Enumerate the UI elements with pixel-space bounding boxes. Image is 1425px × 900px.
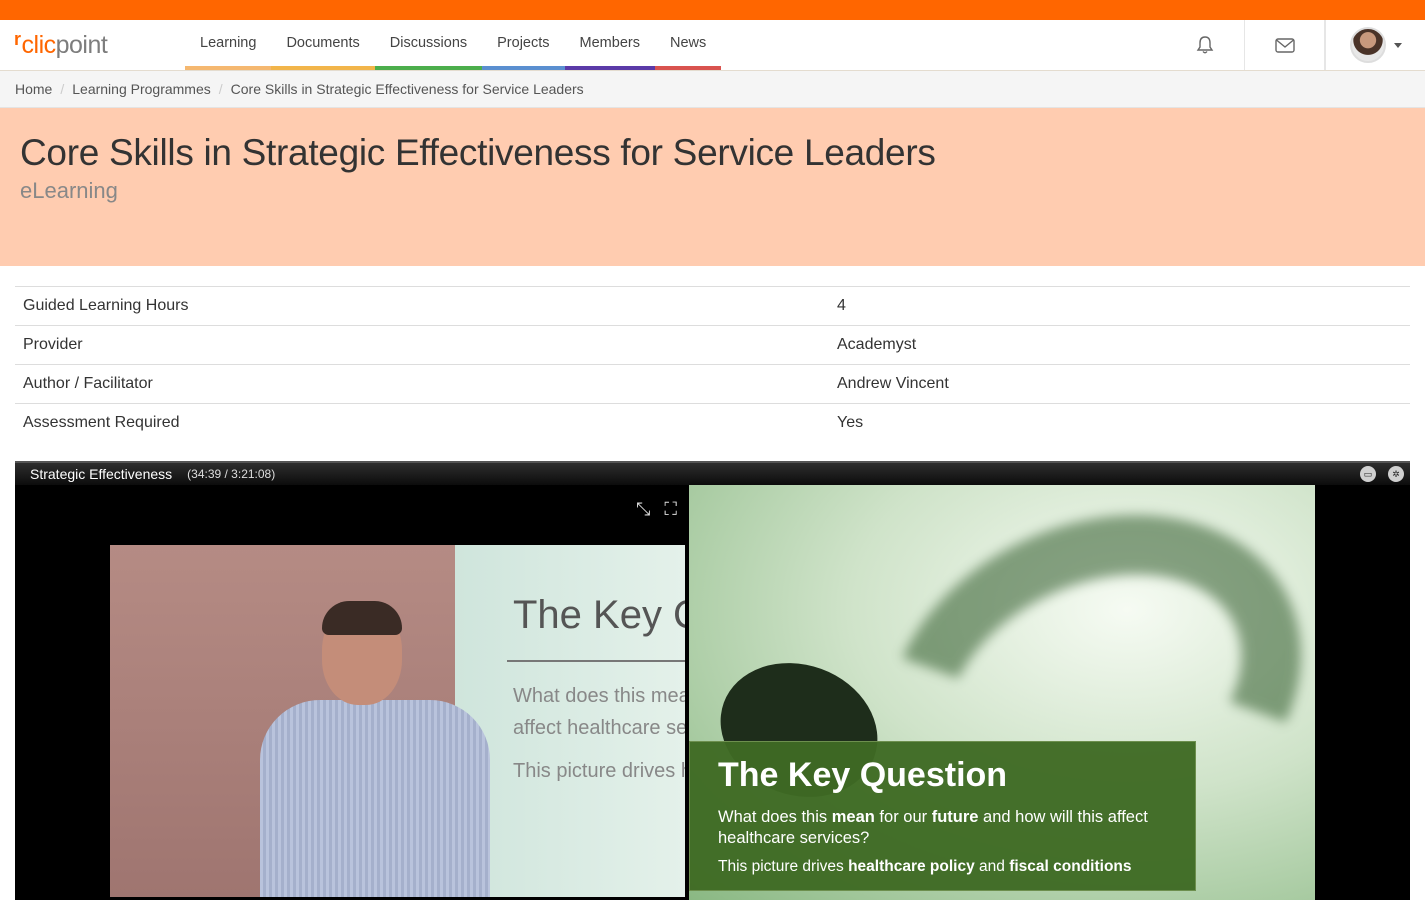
slide-text-bold: future [931,808,979,826]
fullscreen-icon[interactable]: ⛶ [664,499,677,520]
nav-right-tools [1165,20,1425,70]
detail-label: Assessment Required [15,403,826,443]
table-row: Guided Learning Hours 4 [15,286,1410,326]
player-time: (34:39 / 3:21:08) [187,467,276,481]
details-table: Guided Learning Hours 4 Provider Academyst… [15,286,1410,443]
logo-text-clic: clic [21,30,57,59]
video-player[interactable]: Strategic Effectiveness (34:39 / 3:21:08… [15,461,1410,900]
nav-members[interactable]: Members [564,20,655,70]
slide-text-bold: mean [831,808,875,826]
page-title: Core Skills in Strategic Effectiveness f… [20,132,936,173]
table-row: Author / Facilitator Andrew Vincent [15,364,1410,404]
detail-label: Author / Facilitator [15,364,826,404]
slide-text-bold: healthcare policy [848,857,975,875]
detail-value: 4 [826,286,1410,326]
slide-paragraph-2: This picture drives healthcare policy an… [718,858,1167,876]
player-title-bar: Strategic Effectiveness (34:39 / 3:21:08… [15,461,1410,485]
messages-button[interactable] [1245,20,1325,70]
page-subtitle: eLearning [20,178,118,203]
main-menu: Learning Documents Discussions Projects … [185,20,722,70]
player-margin [1315,485,1410,900]
slide-text: This picture drives [718,857,849,875]
projected-slide-line: What does this mea [513,685,685,707]
slide-text: for our [874,808,932,826]
player-title: Strategic Effectiveness [30,466,173,482]
collapse-icon[interactable]: ⤡ [636,499,650,520]
chevron-down-icon [1393,42,1402,48]
nav-documents[interactable]: Documents [271,20,375,70]
window-icon[interactable]: ▭ [1360,466,1376,482]
logo-mark-icon: r [14,28,21,49]
detail-value: Academyst [826,325,1410,365]
slide-text: What does this [718,808,832,826]
breadcrumb-current: Core Skills in Strategic Effectiveness f… [230,81,584,97]
breadcrumb-separator: / [218,81,223,97]
detail-label: Guided Learning Hours [15,286,826,326]
settings-icon[interactable]: ✲ [1388,466,1404,482]
presenter-hair [322,601,402,635]
projected-slide-rule [507,660,685,662]
nav-projects[interactable]: Projects [482,20,565,70]
projected-slide-line: affect healthcare se [513,717,685,739]
breadcrumb: Home / Learning Programmes / Core Skills… [0,71,1425,108]
nav-learning[interactable]: Learning [185,20,272,70]
nav-discussions[interactable]: Discussions [374,20,483,70]
breadcrumb-learning-programmes[interactable]: Learning Programmes [72,81,211,97]
table-row: Provider Academyst [15,325,1410,365]
slide-title: The Key Question [718,756,1008,794]
presenter-video[interactable]: ⤡ ⛶ The Key Qu What does this mea affect… [15,485,687,900]
player-controls: ▭ ✲ [1360,466,1410,482]
logo-text-point: point [55,30,108,59]
presenter-frame: The Key Qu What does this mea affect hea… [110,545,685,897]
main-navbar: r clic point Learning Documents Discussion… [0,20,1425,71]
presenter [260,601,510,897]
top-accent-bar [0,0,1425,20]
detail-value: Andrew Vincent [826,364,1410,404]
video-controls: ⤡ ⛶ [636,499,677,520]
table-row: Assessment Required Yes [15,403,1410,443]
detail-value: Yes [826,403,1410,443]
presenter-body [260,700,490,897]
breadcrumb-separator: / [60,81,65,97]
bell-icon [1196,36,1213,54]
slide-paragraph-1: What does this mean for our future and h… [718,807,1167,850]
key-question-box: The Key Question What does this mean for… [689,741,1196,891]
slide-panel: The Key Question What does this mean for… [689,485,1315,900]
detail-label: Provider [15,325,826,365]
projected-slide-line: This picture drives heal [513,760,685,782]
notifications-button[interactable] [1165,20,1245,70]
programme-details: Guided Learning Hours 4 Provider Academyst… [15,286,1410,443]
slide-text-bold: fiscal conditions [1009,857,1132,875]
page-header: Core Skills in Strategic Effectiveness f… [0,108,1425,266]
slide-text: and [974,857,1010,875]
projected-slide-heading: The Key Qu [513,593,685,637]
avatar [1349,27,1386,63]
nav-news[interactable]: News [654,20,722,70]
user-menu-button[interactable] [1325,20,1425,70]
breadcrumb-home[interactable]: Home [15,81,52,97]
clicpoint-logo[interactable]: r clic point [0,20,185,70]
envelope-icon [1274,38,1295,53]
